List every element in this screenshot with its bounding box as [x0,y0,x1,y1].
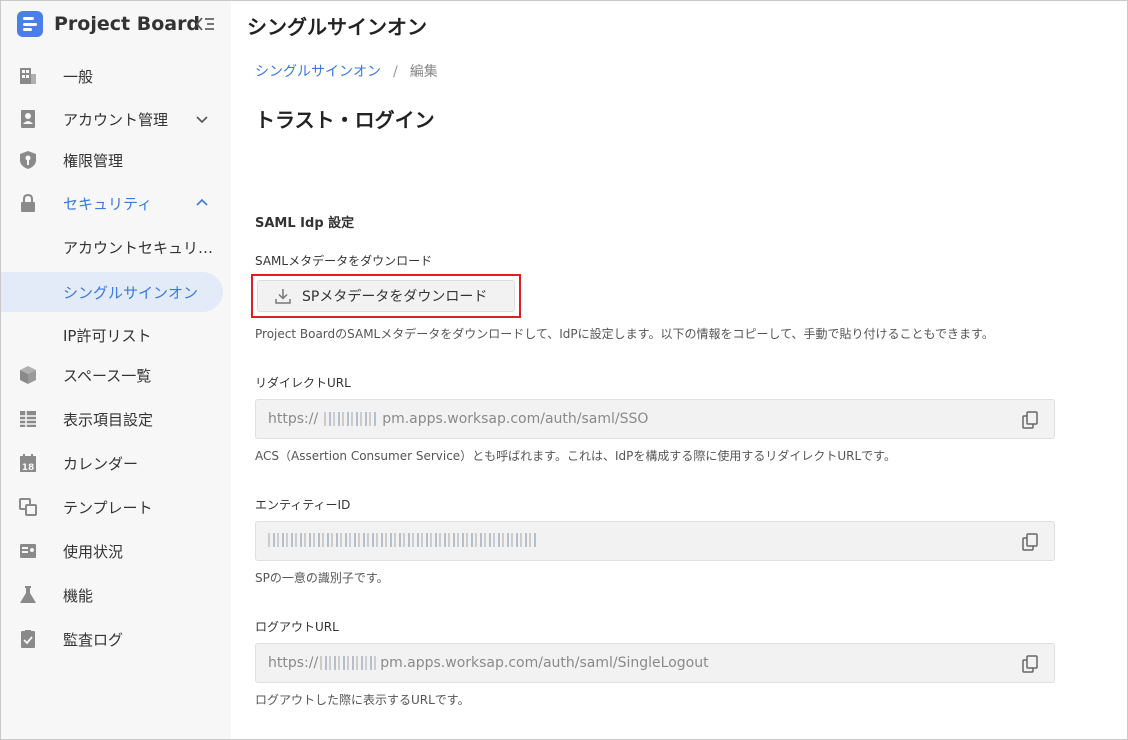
sidebar-item-audit-log[interactable]: 監査ログ [1,619,231,659]
sidebar-item-label: 機能 [63,586,94,605]
redirect-url-label: リダイレクトURL [255,376,351,390]
redirect-url-suffix: pm.apps.worksap.com/auth/saml/SSO [382,411,649,427]
chevron-up-icon[interactable] [195,196,209,210]
logout-url-field[interactable]: https:// pm.apps.worksap.com/auth/saml/S… [255,643,1055,683]
sidebar-item-features[interactable]: 機能 [1,575,231,615]
sidebar-item-label: テンプレート [63,498,153,517]
sidebar-item-display-fields[interactable]: 表示項目設定 [1,399,231,439]
chevron-down-icon[interactable] [195,112,209,126]
download-icon [275,289,291,304]
app-window: Project Board 一般 アカウント管理 権限管理 セキュリティ アカウ… [0,0,1128,740]
sidebar-item-label: スペース一覧 [63,366,152,385]
sidebar-item-security[interactable]: セキュリティ [1,183,231,223]
redacted-text [320,656,379,670]
entity-id-label: エンティティーID [255,498,351,512]
flask-icon [20,586,36,603]
sidebar-item-label: 権限管理 [63,151,124,170]
sidebar-item-label: 使用状況 [63,542,124,561]
logout-url-suffix: pm.apps.worksap.com/auth/saml/SingleLogo… [380,655,709,671]
clipboard-check-icon [21,630,35,648]
page-title: トラスト・ログイン [255,108,435,132]
sidebar-item-label: 監査ログ [63,630,124,649]
download-button-label: SPメタデータをダウンロード [302,289,488,305]
redacted-text [324,412,377,426]
logout-url-value: https:// pm.apps.worksap.com/auth/saml/S… [268,655,709,671]
metadata-help-text: Project BoardのSAMLメタデータをダウンロードして、IdPに設定し… [255,327,994,341]
highlight-box: SPメタデータをダウンロード [251,274,521,318]
redirect-url-field[interactable]: https:// pm.apps.worksap.com/auth/saml/S… [255,399,1055,439]
template-icon [19,498,37,516]
cube-icon [20,366,36,384]
copy-icon[interactable] [1020,654,1040,674]
sidebar-item-general[interactable]: 一般 [1,56,231,96]
page-header-title: シングルサインオン [247,15,427,39]
redirect-url-prefix: https:// [268,411,319,427]
copy-icon[interactable] [1020,410,1040,430]
shield-key-icon [20,151,36,169]
sidebar-item-calendar[interactable]: 18 カレンダー [1,443,231,483]
sidebar-item-permissions[interactable]: 権限管理 [1,140,231,180]
redacted-text [268,533,538,547]
breadcrumb-current: 編集 [409,64,438,80]
sidebar-item-label: アカウントセキュリティ設定 [63,238,219,257]
sidebar-item-usage[interactable]: 使用状況 [1,531,231,571]
usage-icon [20,544,36,558]
breadcrumb-parent-link[interactable]: シングルサインオン [255,64,381,80]
main-content: シングルサインオン シングルサインオン / 編集 トラスト・ログイン SAML Id… [231,1,1127,739]
redirect-url-help: ACS（Assertion Consumer Service）とも呼ばれます。こ… [255,449,896,463]
sidebar-item-spaces[interactable]: スペース一覧 [1,355,231,395]
breadcrumb: シングルサインオン / 編集 [255,61,438,81]
sidebar-item-label: カレンダー [63,454,139,473]
table-icon [20,411,36,427]
entity-id-value [268,533,538,547]
redirect-url-value: https:// pm.apps.worksap.com/auth/saml/S… [268,411,648,427]
app-title: Project Board [54,13,201,35]
sidebar-item-label: セキュリティ [63,194,153,213]
sidebar-item-label: アカウント管理 [63,110,169,129]
lock-icon [21,193,35,212]
breadcrumb-separator: / [393,64,398,80]
sidebar-item-templates[interactable]: テンプレート [1,487,231,527]
app-logo-icon [17,11,43,37]
collapse-sidebar-icon[interactable] [194,13,216,35]
brand[interactable]: Project Board [17,10,200,38]
logout-url-label: ログアウトURL [255,620,339,634]
entity-id-field[interactable] [255,521,1055,561]
sidebar-item-label: 表示項目設定 [63,410,154,429]
contact-card-icon [21,110,35,128]
sidebar-item-account-management[interactable]: アカウント管理 [1,99,231,139]
sidebar-item-ip-allowlist[interactable]: IP許可リスト [1,315,231,355]
entity-id-help: SPの一意の識別子です。 [255,571,389,585]
download-sp-metadata-button[interactable]: SPメタデータをダウンロード [257,280,515,312]
sidebar-item-account-security[interactable]: アカウントセキュリティ設定 [1,227,231,267]
sidebar-item-sso[interactable]: シングルサインオン [1,272,223,312]
sidebar-item-label: 一般 [63,67,94,86]
sidebar-item-label: IP許可リスト [63,326,152,345]
logout-url-help: ログアウトした際に表示するURLです。 [255,693,470,707]
calendar-icon: 18 [20,454,36,473]
saml-settings-heading: SAML Idp 設定 [255,216,355,231]
building-icon [20,68,36,84]
copy-icon[interactable] [1020,532,1040,552]
logout-url-prefix: https:// [268,655,319,671]
sidebar-item-label: シングルサインオン [63,283,199,302]
calendar-day-text: 18 [22,463,35,473]
sidebar: Project Board 一般 アカウント管理 権限管理 セキュリティ アカウ… [1,1,231,739]
metadata-download-label: SAMLメタデータをダウンロード [255,254,433,268]
